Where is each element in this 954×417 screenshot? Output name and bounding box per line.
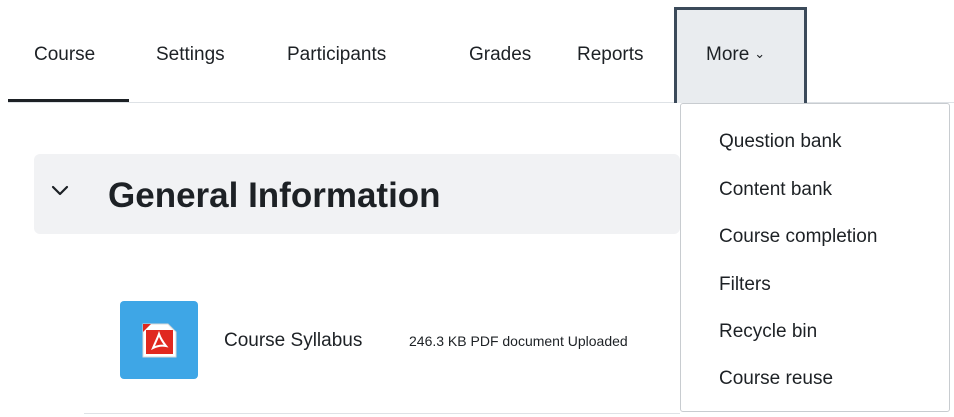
menu-item-content-bank[interactable]: Content bank (719, 179, 832, 201)
section-title[interactable]: General Information (108, 176, 441, 216)
secondary-navigation: Course Settings Participants Grades Repo… (0, 0, 954, 103)
more-menu-button[interactable]: More ⌄ (674, 7, 807, 103)
tab-course[interactable]: Course (34, 44, 95, 66)
more-label: More ⌄ (706, 44, 765, 66)
pdf-icon-graphic (142, 323, 177, 358)
chevron-down-icon[interactable] (49, 176, 71, 206)
pdf-icon[interactable] (120, 301, 198, 379)
menu-item-filters[interactable]: Filters (719, 274, 771, 296)
activity-name[interactable]: Course Syllabus (224, 330, 362, 352)
tab-reports[interactable]: Reports (577, 44, 644, 66)
more-dropdown-menu: Question bank Content bank Course comple… (680, 103, 950, 412)
tab-participants[interactable]: Participants (287, 44, 386, 66)
activity-meta: 246.3 KB PDF document Uploaded (409, 333, 628, 349)
tab-settings[interactable]: Settings (156, 44, 225, 66)
tab-grades[interactable]: Grades (469, 44, 531, 66)
more-label-text: More (706, 44, 750, 65)
menu-item-recycle-bin[interactable]: Recycle bin (719, 321, 817, 343)
menu-item-course-completion[interactable]: Course completion (719, 226, 877, 248)
menu-item-question-bank[interactable]: Question bank (719, 131, 842, 153)
chevron-down-icon: ⌄ (754, 46, 766, 61)
menu-item-course-reuse[interactable]: Course reuse (719, 368, 833, 390)
activity-divider (84, 413, 680, 414)
